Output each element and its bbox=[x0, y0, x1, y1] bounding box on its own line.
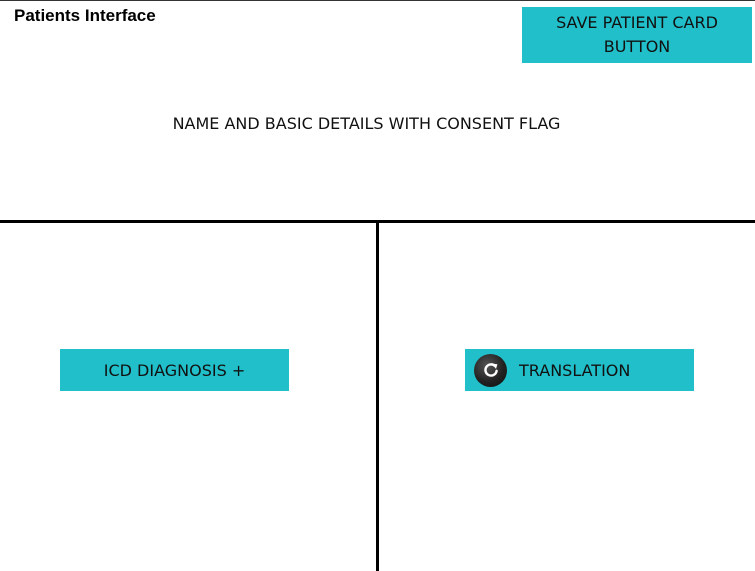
icd-diagnosis-button[interactable]: ICD DIAGNOSIS + bbox=[60, 349, 289, 391]
save-patient-card-button-label: SAVE PATIENT CARD BUTTON bbox=[556, 13, 718, 56]
vertical-divider bbox=[376, 223, 379, 571]
translation-button[interactable]: TRANSLATION bbox=[465, 349, 694, 391]
top-border bbox=[0, 0, 755, 1]
icd-diagnosis-button-label: ICD DIAGNOSIS + bbox=[103, 360, 246, 380]
translation-button-label: TRANSLATION bbox=[519, 360, 631, 380]
basic-details-placeholder: NAME AND BASIC DETAILS WITH CONSENT FLAG bbox=[172, 114, 561, 133]
save-patient-card-button[interactable]: SAVE PATIENT CARD BUTTON bbox=[522, 7, 752, 63]
page-title: Patients Interface bbox=[14, 6, 156, 25]
refresh-icon bbox=[474, 353, 507, 387]
